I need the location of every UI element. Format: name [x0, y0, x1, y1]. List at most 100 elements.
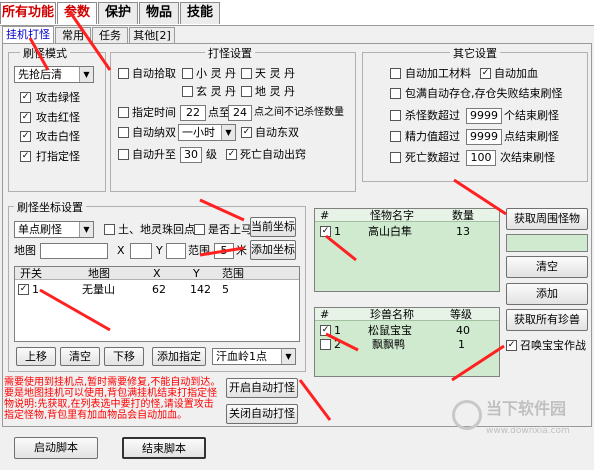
col-switch: 开关	[20, 267, 42, 280]
add-coord-button[interactable]: 添加坐标	[250, 240, 296, 260]
clear-coord-button[interactable]: 清空	[60, 347, 100, 366]
auto-upgrade-checkbox[interactable]	[118, 149, 129, 160]
chevron-down-icon: ▼	[281, 349, 295, 364]
beast-row2-level: 1	[458, 338, 465, 351]
move-down-button[interactable]: 下移	[104, 347, 144, 366]
beast-col-index: #	[320, 308, 330, 321]
auto-double-label: 自动纳双	[132, 126, 176, 139]
death-count-checkbox[interactable]	[390, 152, 401, 163]
death-count-input[interactable]: 100	[466, 150, 496, 166]
monster-col-name: 怪物名字	[370, 209, 414, 222]
upgrade-level-input[interactable]: 30	[180, 147, 202, 163]
bag-full-label: 包满自动存仓,存仓失败结束刷怪	[405, 87, 563, 100]
mode-group-title: 刷怪模式	[20, 45, 70, 61]
chevron-down-icon: ▼	[79, 222, 93, 237]
attack-white-checkbox[interactable]: ✓	[20, 131, 31, 142]
route-select[interactable]: 汗血岭1点 ▼	[212, 348, 296, 365]
horse-checkbox[interactable]	[194, 224, 205, 235]
beast-row2-checkbox[interactable]	[320, 339, 331, 350]
kill-count-input[interactable]: 9999	[466, 108, 502, 124]
auto-pickup-checkbox[interactable]	[118, 68, 129, 79]
range-input[interactable]: 5	[214, 243, 234, 259]
auto-blood-checkbox[interactable]: ✓	[480, 68, 491, 79]
coord-row-index: 1	[32, 283, 39, 296]
summon-label: 召唤宝宝作战	[520, 339, 586, 352]
bag-full-checkbox[interactable]	[390, 88, 401, 99]
earth-return-checkbox[interactable]	[104, 224, 115, 235]
monster-row-name: 高山白隼	[368, 225, 412, 238]
tab-params[interactable]: 参数	[57, 2, 97, 24]
pill-xiao-checkbox[interactable]	[182, 68, 193, 79]
x-label: X	[117, 244, 125, 257]
pill-di-label: 地 灵 丹	[255, 85, 295, 98]
attack-red-checkbox[interactable]: ✓	[20, 112, 31, 123]
kill-suffix-label: 个结束刷怪	[504, 109, 559, 122]
exp-suffix-label: 点结束刷怪	[504, 130, 559, 143]
kill-count-checkbox[interactable]	[390, 110, 401, 121]
exp-checkbox[interactable]	[390, 131, 401, 142]
coord-row-map: 无量山	[82, 283, 115, 296]
tab-items[interactable]: 物品	[139, 2, 179, 24]
y-input[interactable]	[166, 243, 186, 259]
death-exit-checkbox[interactable]: ✓	[226, 149, 237, 160]
monster-input-box[interactable]	[506, 234, 588, 252]
start-script-button[interactable]: 启动脚本	[14, 437, 98, 459]
add-route-button[interactable]: 添加指定	[152, 347, 206, 366]
get-beasts-button[interactable]: 获取所有珍兽	[506, 309, 588, 331]
clear-monsters-button[interactable]: 清空	[506, 256, 588, 278]
tab-skills[interactable]: 技能	[180, 2, 220, 24]
summon-checkbox[interactable]: ✓	[506, 340, 517, 351]
move-up-button[interactable]: 上移	[16, 347, 56, 366]
kill-count-label: 杀怪数超过	[405, 109, 460, 122]
auto-blood-label: 自动加血	[494, 67, 538, 80]
pill-xuan-checkbox[interactable]	[182, 86, 193, 97]
auto-pickup-label: 自动拾取	[132, 67, 176, 80]
tab-other[interactable]: 其他[2]	[129, 27, 175, 44]
tab-protect[interactable]: 保护	[98, 2, 138, 24]
exp-input[interactable]: 9999	[466, 129, 502, 145]
coord-mode-select[interactable]: 单点刷怪 ▼	[14, 221, 94, 238]
range-unit: 米	[236, 244, 247, 257]
mode-select[interactable]: 先抢后清 ▼	[14, 66, 94, 83]
attack-green-checkbox[interactable]: ✓	[20, 92, 31, 103]
pill-tian-checkbox[interactable]	[241, 68, 252, 79]
attack-specified-checkbox[interactable]: ✓	[20, 151, 31, 162]
beast-row1-index: 1	[334, 324, 341, 337]
tab-auto-hit[interactable]: 挂机打怪	[2, 26, 54, 44]
specified-time-checkbox[interactable]	[118, 107, 129, 118]
top-tab-bar: 所有功能 参数 保护 物品 技能	[0, 0, 594, 26]
double-select[interactable]: 一小时 ▼	[178, 124, 236, 141]
range-label: 范围	[188, 244, 210, 257]
col-x: X	[153, 267, 161, 280]
other-settings-title: 其它设置	[450, 45, 500, 61]
stop-auto-hit-button[interactable]: 关闭自动打怪	[226, 404, 298, 424]
level-suffix-label: 级	[206, 148, 217, 161]
pill-xiao-label: 小 灵 丹	[196, 67, 236, 80]
pill-di-checkbox[interactable]	[241, 86, 252, 97]
add-monster-button[interactable]: 添加	[506, 283, 588, 305]
start-auto-hit-button[interactable]: 开启自动打怪	[226, 378, 298, 398]
map-input[interactable]	[40, 243, 108, 259]
auto-double-checkbox[interactable]	[118, 127, 129, 138]
tab-task[interactable]: 任务	[92, 27, 128, 44]
auto-east-label: 自动东双	[255, 126, 299, 139]
auto-east-checkbox[interactable]: ✓	[241, 127, 252, 138]
beast-col-level: 等级	[450, 308, 472, 321]
monster-row-index: 1	[334, 225, 341, 238]
time-to-input[interactable]: 24	[228, 105, 252, 121]
get-monsters-button[interactable]: 获取周围怪物	[506, 208, 588, 230]
end-script-button[interactable]: 结束脚本	[122, 437, 206, 459]
y-label: Y	[156, 244, 163, 257]
monster-row-checkbox[interactable]: ✓	[320, 226, 331, 237]
current-coord-button[interactable]: 当前坐标	[250, 217, 296, 237]
auto-material-checkbox[interactable]	[390, 68, 401, 79]
coord-row-checkbox[interactable]: ✓	[18, 284, 29, 295]
x-input[interactable]	[130, 243, 152, 259]
horse-label: 是否上马	[208, 223, 252, 236]
tab-all-functions[interactable]: 所有功能	[0, 2, 56, 24]
time-from-input[interactable]: 22	[180, 105, 206, 121]
earth-return-label: 土、地灵珠回点	[118, 223, 195, 236]
tab-common[interactable]: 常用	[55, 27, 91, 44]
death-count-label: 死亡数超过	[405, 151, 460, 164]
beast-row1-checkbox[interactable]: ✓	[320, 325, 331, 336]
